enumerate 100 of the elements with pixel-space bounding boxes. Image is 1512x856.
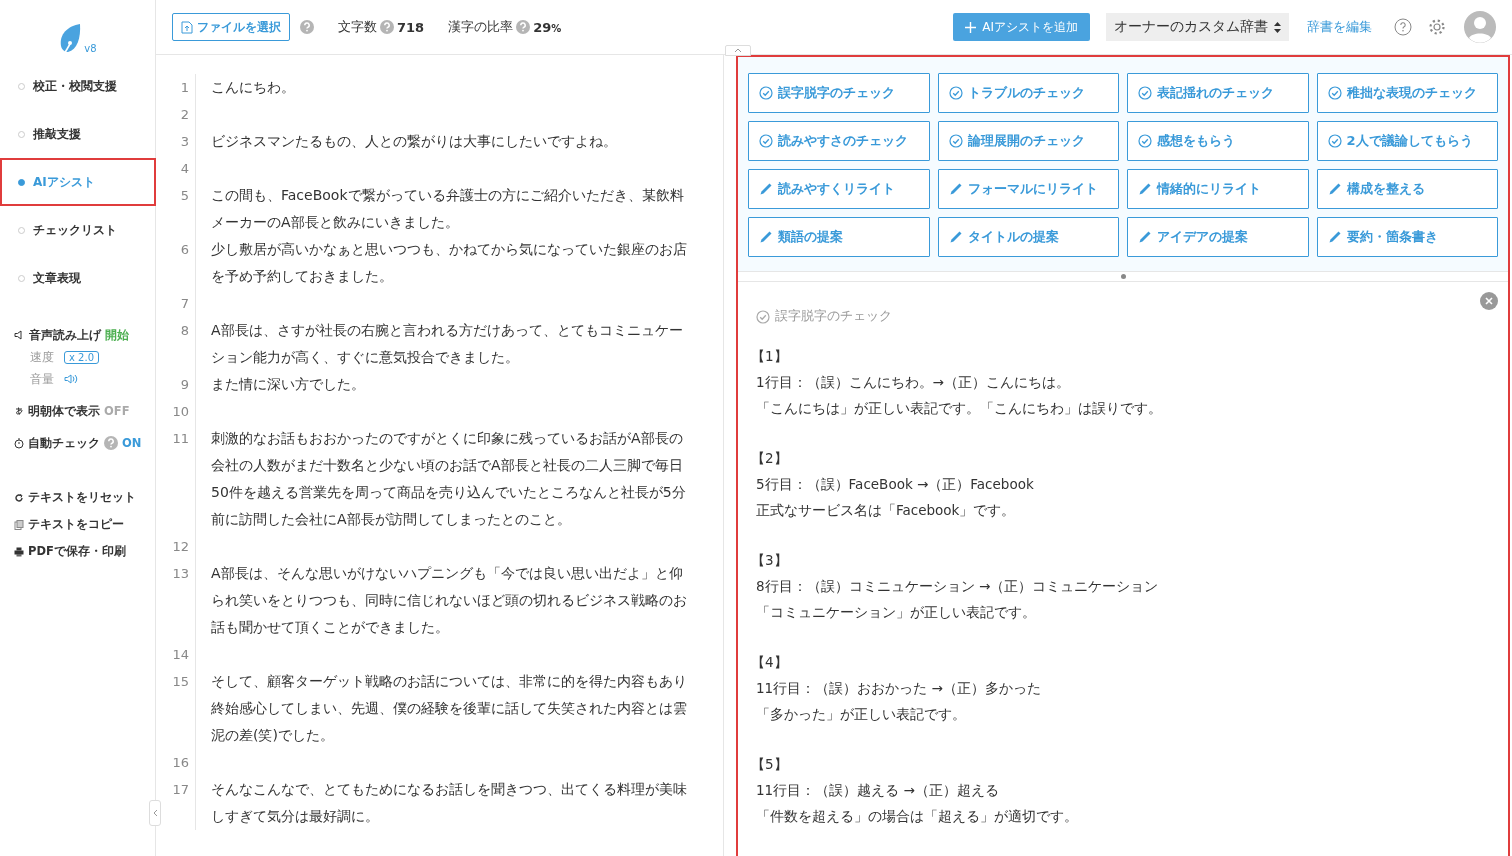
line-number: 15 bbox=[156, 668, 196, 749]
line-number: 14 bbox=[156, 641, 196, 668]
ai-assist-button[interactable]: 読みやすくリライト bbox=[748, 169, 930, 209]
result-text: 11行目：（誤）越える →（正）超える bbox=[756, 781, 1000, 800]
chevron-left-icon bbox=[152, 809, 158, 817]
pen-icon bbox=[948, 182, 963, 196]
ai-assist-button[interactable]: 構成を整える bbox=[1316, 169, 1498, 209]
speaker-icon bbox=[14, 330, 25, 340]
result-text: 「こんにちは」が正しい表記です。「こんにちわ」は誤りです。 bbox=[756, 399, 1163, 418]
result-text: 5行目：（誤）FaceBook →（正）Facebook bbox=[756, 475, 1035, 494]
close-button[interactable] bbox=[1480, 292, 1498, 310]
help-icon[interactable] bbox=[380, 20, 394, 34]
ai-assist-button[interactable]: 情緒的にリライト bbox=[1127, 169, 1309, 209]
help-icon[interactable] bbox=[300, 20, 314, 34]
check-circle-icon bbox=[759, 86, 773, 100]
mincho-toggle[interactable]: OFF bbox=[104, 404, 130, 418]
line-number: 10 bbox=[156, 398, 196, 425]
pen-icon bbox=[1327, 230, 1342, 244]
editor-text-line[interactable]: A部長は、さすが社長の右腕と言われる方だけあって、とてもコミニュケーション能力が高く、すぐに意気投合できました。 bbox=[196, 317, 691, 371]
kanji-ratio-label: 漢字の比率 bbox=[448, 18, 514, 36]
editor-text-line[interactable]: 刺激的なお話もおおかったのですがとくに印象に残っているお話がA部長の会社の人数がまだ十数名と少ない頃のお話でA部長と社長の二人三脚で毎日50件を越える営業先を周って商品を売り込んでいたところなんと社長が5分前に訪問した会社にA部長が訪問してしまったとのこと。 bbox=[196, 425, 691, 533]
result-text: 「コミュニケーション」が正しい表記です。 bbox=[756, 603, 1037, 622]
collapse-up-button[interactable] bbox=[725, 45, 751, 56]
collapse-sidebar-button[interactable] bbox=[149, 800, 161, 826]
editor-text-line[interactable]: また情に深い方でした。 bbox=[196, 371, 691, 398]
editor-text-line[interactable]: そんなこんなで、とてもためになるお話しを聞きつつ、出てくる料理が美味しすぎて気分は最好調に。 bbox=[196, 776, 691, 830]
line-number: 8 bbox=[156, 317, 196, 371]
edit-dictionary-link[interactable]: 辞書を編集 bbox=[1307, 18, 1372, 36]
ai-assist-button[interactable]: 読みやすさのチェック bbox=[748, 121, 930, 161]
editor-text-line[interactable]: ビジネスマンたるもの、人との繋がりは大事にしたいですよね。 bbox=[196, 128, 691, 155]
ai-assist-button[interactable]: 表記揺れのチェック bbox=[1127, 73, 1309, 113]
editor-text-line[interactable]: そして、顧客ターゲット戦略のお話については、非常に的を得た内容もあり終始感心してしまい、先週、僕の経験を後輩に話して失笑された内容とは雲泥の差(笑)でした。 bbox=[196, 668, 691, 749]
ai-assist-button[interactable]: 誤字脱字のチェック bbox=[748, 73, 930, 113]
pen-icon bbox=[948, 230, 963, 244]
kanji-ratio-value: 29% bbox=[533, 19, 562, 35]
check-circle-icon bbox=[1327, 134, 1342, 148]
ai-assist-button[interactable]: 論理展開のチェック bbox=[937, 121, 1119, 161]
plus-icon bbox=[965, 21, 977, 33]
chevron-up-icon bbox=[734, 48, 742, 53]
resize-handle[interactable] bbox=[1120, 273, 1126, 279]
dictionary-select[interactable]: オーナーのカスタム辞書 bbox=[1106, 13, 1289, 41]
ai-assist-button[interactable]: アイデアの提案 bbox=[1127, 217, 1309, 257]
result-text: 「多かった」が正しい表記です。 bbox=[756, 705, 967, 724]
result-number: 【5】 bbox=[751, 755, 789, 774]
help-icon[interactable] bbox=[104, 436, 118, 450]
sidebar-action-link[interactable]: テキストをリセット bbox=[28, 490, 136, 505]
ai-assist-button[interactable]: 稚拙な表現のチェック bbox=[1316, 73, 1498, 113]
speech-label: 音声読み上げ bbox=[29, 327, 101, 343]
ai-assist-button[interactable]: タイトルの提案 bbox=[937, 217, 1119, 257]
sidebar-action-link[interactable]: テキストをコピー bbox=[28, 517, 124, 532]
help-icon[interactable] bbox=[516, 20, 531, 34]
result-number: 【2】 bbox=[751, 449, 789, 468]
editor-text-line[interactable]: 少し敷居が高いかなぁと思いつつも、かねてから気になっていた銀座のお店を予め予約しておきました。 bbox=[196, 236, 691, 290]
copy-icon bbox=[14, 519, 24, 530]
speed-value[interactable]: x 2.0 bbox=[64, 350, 99, 364]
ai-assist-button[interactable]: 感想をもらう bbox=[1127, 121, 1309, 161]
sidebar-item[interactable]: 文章表現 bbox=[0, 254, 156, 302]
avatar-icon[interactable] bbox=[1464, 11, 1496, 43]
ai-assist-button[interactable]: 2人で議論してもらう bbox=[1316, 121, 1498, 161]
line-number: 17 bbox=[156, 776, 196, 830]
file-select-button[interactable]: ファイルを選択 bbox=[172, 13, 290, 41]
speaker-icon[interactable] bbox=[64, 374, 78, 384]
close-icon bbox=[1485, 297, 1493, 305]
line-number: 16 bbox=[156, 749, 196, 776]
sidebar-item[interactable]: 校正・校閲支援 bbox=[0, 62, 156, 110]
check-circle-icon bbox=[1138, 86, 1152, 100]
ai-assist-button[interactable]: 要約・箇条書き bbox=[1316, 217, 1498, 257]
sidebar-action-link[interactable]: PDFで保存・印刷 bbox=[28, 544, 126, 559]
check-circle-icon bbox=[759, 134, 773, 148]
sidebar-item[interactable]: AIアシスト bbox=[0, 158, 156, 206]
line-number: 11 bbox=[156, 425, 196, 533]
help-icon[interactable] bbox=[1394, 18, 1412, 36]
result-number: 【1】 bbox=[751, 347, 789, 366]
stopwatch-icon bbox=[14, 437, 24, 449]
pen-icon bbox=[1138, 230, 1152, 244]
line-number: 1 bbox=[156, 74, 196, 101]
check-circle-icon bbox=[756, 309, 770, 324]
editor-text-line[interactable]: この間も、FaceBookで繋がっている弁護士の方にご紹介いただき、某飲料メーカーのA部長と飲みにいきました。 bbox=[196, 182, 691, 236]
editor-text-line[interactable]: A部長は、そんな思いがけないハプニングも「今では良い思い出だよ」と仰られ笑いをとりつつも、同時に信じれないほど頭の切れるビジネス戦略のお話も聞かせて頂くことができました。 bbox=[196, 560, 691, 641]
ai-assist-button[interactable]: トラブルのチェック bbox=[937, 73, 1119, 113]
ai-assist-button[interactable]: 類語の提案 bbox=[748, 217, 930, 257]
check-circle-icon bbox=[1138, 134, 1152, 148]
result-title: 誤字脱字のチェック bbox=[775, 308, 892, 325]
pen-icon bbox=[1138, 182, 1152, 196]
line-number: 4 bbox=[156, 155, 196, 182]
sidebar-item[interactable]: 推敲支援 bbox=[0, 110, 156, 158]
sidebar-item[interactable]: チェックリスト bbox=[0, 206, 156, 254]
speech-start-link[interactable]: 開始 bbox=[105, 327, 129, 343]
pen-icon bbox=[759, 182, 773, 196]
sort-caret-icon bbox=[1274, 21, 1281, 33]
ai-assist-button[interactable]: フォーマルにリライト bbox=[937, 169, 1119, 209]
settings-icon[interactable] bbox=[1428, 18, 1446, 36]
auto-check-toggle[interactable]: ON bbox=[122, 436, 142, 450]
add-ai-assist-button[interactable]: AIアシストを追加 bbox=[953, 13, 1090, 41]
result-text: 11行目：（誤）おおかった →（正）多かった bbox=[756, 679, 1042, 698]
editor-text-line[interactable]: こんにちわ。 bbox=[196, 74, 691, 101]
result-number: 【3】 bbox=[751, 551, 789, 570]
mincho-label: 明朝体で表示 bbox=[28, 403, 100, 419]
line-number: 12 bbox=[156, 533, 196, 560]
volume-label: 音量 bbox=[30, 371, 54, 387]
